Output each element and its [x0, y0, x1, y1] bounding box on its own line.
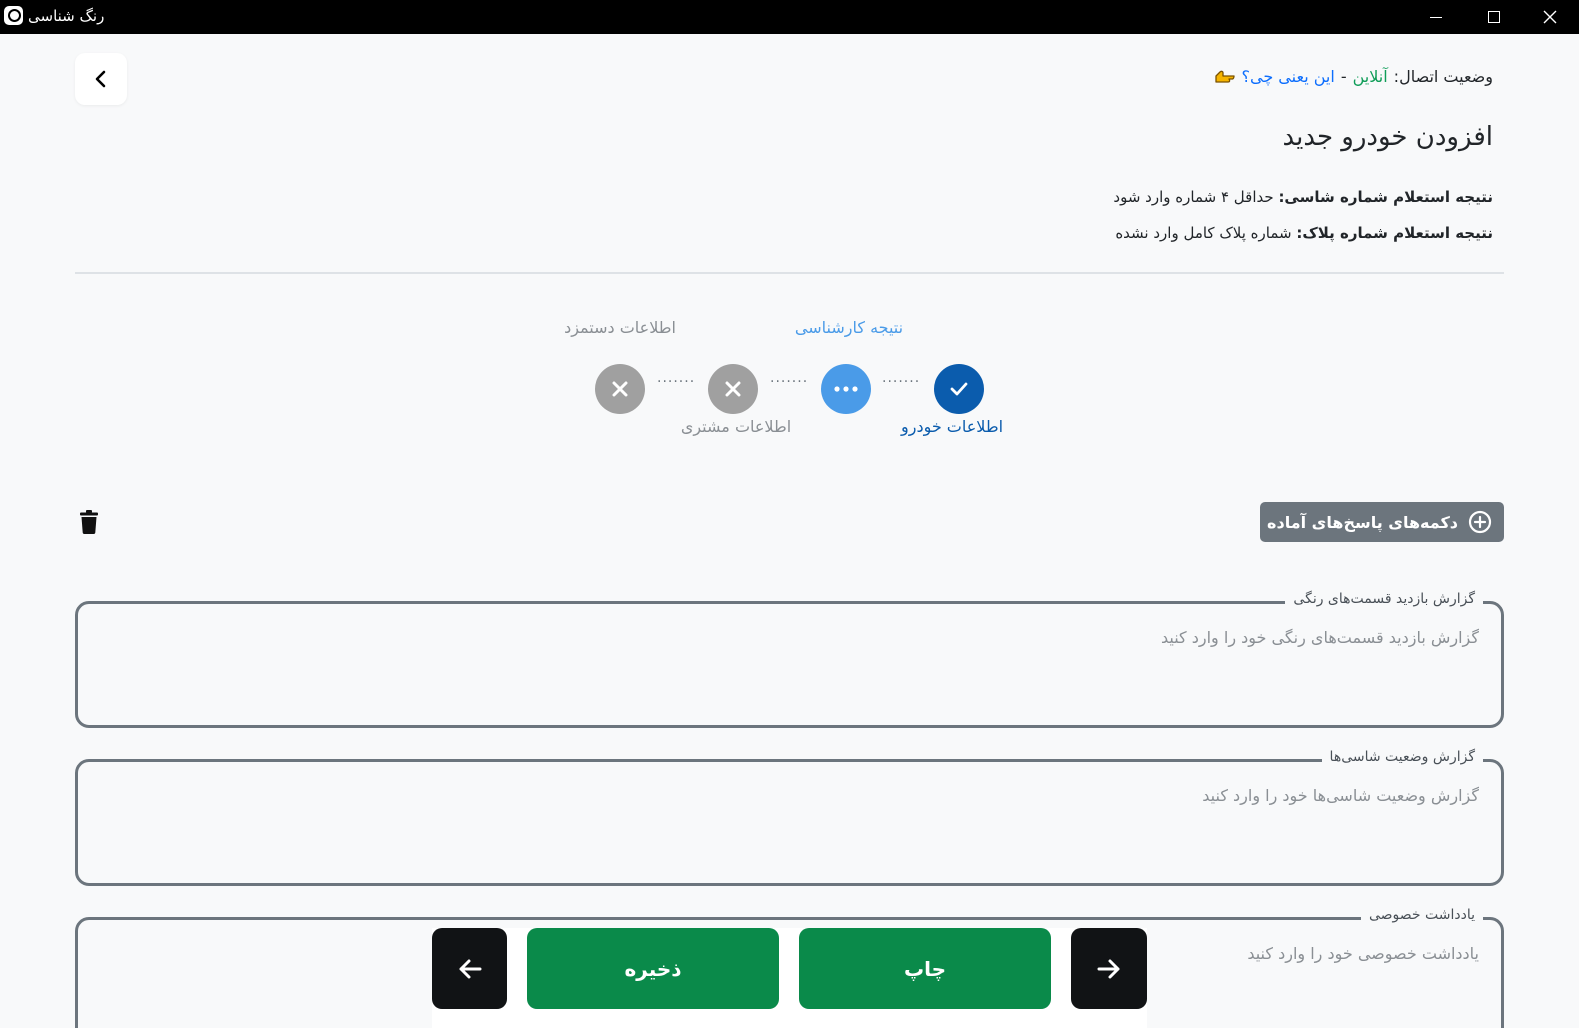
chevron-left-icon — [95, 70, 106, 88]
delete-button[interactable] — [80, 510, 98, 538]
chassis-report-label: گزارش وضعیت شاسی‌ها — [1321, 749, 1483, 765]
window-titlebar: رنگ شناسی — [0, 0, 1579, 34]
trash-icon — [80, 510, 98, 534]
plus-circle-icon — [1468, 510, 1492, 534]
arrow-right-icon — [1097, 959, 1120, 978]
step-connector: ······· — [657, 374, 696, 390]
chassis-report-field[interactable]: گزارش وضعیت شاسی‌ها گزارش وضعیت شاسی‌ها … — [75, 749, 1504, 886]
plate-inquiry-result: نتیجه استعلام شماره پلاک: شماره پلاک کام… — [1115, 224, 1493, 242]
chassis-report-placeholder: گزارش وضعیت شاسی‌ها خود را وارد کنید — [1202, 786, 1479, 805]
private-note-label: یادداشت خصوصی — [1360, 907, 1483, 923]
connection-status: وضعیت اتصال: آنلاین - این یعنی چی؟ — [1214, 67, 1493, 86]
previous-step-button[interactable] — [432, 928, 507, 1009]
close-window-button[interactable] — [1522, 0, 1578, 34]
paint-report-field[interactable]: گزارش بازدید قسمت‌های رنگی گزارش بازدید … — [75, 591, 1504, 728]
x-icon — [725, 381, 741, 397]
paint-report-label: گزارش بازدید قسمت‌های رنگی — [1285, 591, 1483, 607]
page-title: افزودن خودرو جدید — [1282, 122, 1493, 152]
maximize-icon — [1488, 11, 1500, 23]
ready-answers-label: دکمه‌های پاسخ‌های آماده — [1267, 512, 1458, 532]
step-label-wage-info: اطلاعات دستمزد — [564, 318, 676, 337]
action-bar: ذخیره چاپ — [432, 928, 1147, 1028]
back-button[interactable] — [75, 53, 127, 105]
connection-separator: - — [1340, 67, 1347, 86]
maximize-button[interactable] — [1466, 0, 1522, 34]
step-label-customer-info: اطلاعات مشتری — [680, 417, 792, 436]
header-divider — [75, 272, 1504, 274]
private-note-placeholder: یادداشت خصوصی خود را وارد کنید — [1247, 944, 1479, 963]
check-icon — [950, 382, 968, 396]
step-connector: ······· — [882, 374, 921, 390]
plate-inquiry-label: نتیجه استعلام شماره پلاک: — [1296, 224, 1493, 242]
print-button[interactable]: چاپ — [799, 928, 1051, 1009]
step-wage-info[interactable] — [595, 364, 645, 414]
minimize-button[interactable] — [1408, 0, 1464, 34]
plate-inquiry-value: شماره پلاک کامل وارد نشده — [1115, 224, 1292, 242]
step-label-expert-result: نتیجه کارشناسی — [794, 318, 904, 337]
more-dots-icon — [834, 386, 858, 392]
step-customer-info[interactable] — [708, 364, 758, 414]
connection-help-link[interactable]: این یعنی چی؟ — [1242, 67, 1335, 86]
minimize-icon — [1430, 16, 1442, 18]
step-label-vehicle-info: اطلاعات خودرو — [900, 417, 1004, 436]
ready-answers-button[interactable]: دکمه‌های پاسخ‌های آماده — [1260, 502, 1504, 542]
connection-status-value: آنلاین — [1352, 67, 1388, 86]
chassis-inquiry-result: نتیجه استعلام شماره شاسی: حداقل ۴ شماره … — [1113, 188, 1493, 206]
x-icon — [612, 381, 628, 397]
chassis-inquiry-value: حداقل ۴ شماره وارد شود — [1113, 188, 1274, 206]
step-connector: ······· — [770, 374, 809, 390]
next-step-button[interactable] — [1071, 928, 1147, 1009]
pointing-hand-icon — [1214, 70, 1235, 83]
save-button[interactable]: ذخیره — [527, 928, 779, 1009]
chassis-inquiry-label: نتیجه استعلام شماره شاسی: — [1278, 188, 1493, 206]
connection-label: وضعیت اتصال: — [1393, 67, 1493, 86]
window-title: رنگ شناسی — [28, 7, 105, 25]
arrow-left-icon — [459, 959, 481, 978]
app-icon — [4, 6, 23, 25]
step-expert-result[interactable] — [821, 364, 871, 414]
paint-report-placeholder: گزارش بازدید قسمت‌های رنگی خود را وارد ک… — [1161, 628, 1479, 647]
close-icon — [1543, 10, 1557, 24]
step-vehicle-info[interactable] — [934, 364, 984, 414]
